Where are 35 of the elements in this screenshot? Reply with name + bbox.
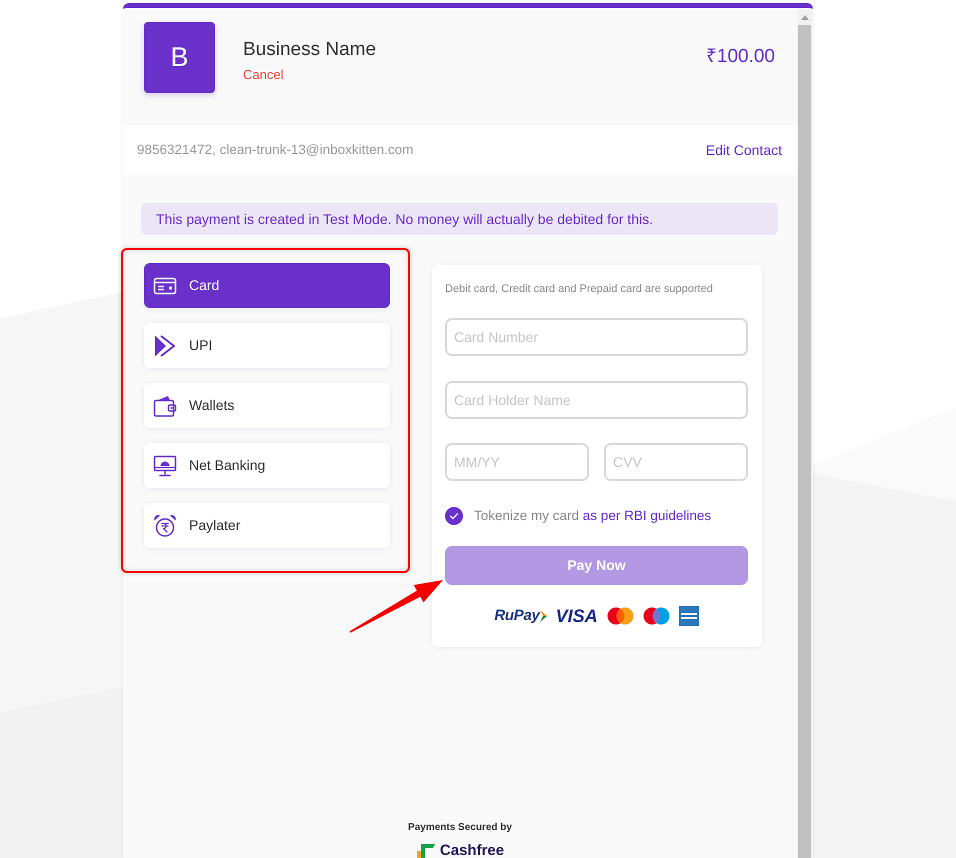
card-brand-logo: RuPay	[494, 606, 540, 624]
payment-method-tab[interactable]: Card	[144, 263, 390, 308]
amount: ₹100.00	[706, 45, 775, 69]
monitor-icon	[153, 454, 177, 478]
business-name: Business Name	[243, 38, 376, 62]
tokenize-label: Tokenize my card as per RBI guidelines	[474, 506, 712, 525]
business-logo: B	[144, 22, 215, 93]
overlapping-circles-icon	[642, 606, 670, 624]
card-brand-logo: VISA	[556, 606, 598, 624]
cancel-link[interactable]: Cancel	[243, 66, 284, 84]
overlapping-circles-icon	[606, 606, 634, 624]
cvv-field[interactable]: CVV	[604, 443, 748, 481]
card-holder-name-field[interactable]: Card Holder Name	[445, 381, 748, 419]
payment-method-tab[interactable]: UPI	[144, 323, 390, 368]
brand-mark-icon	[416, 843, 436, 858]
expiry-field[interactable]: MM/YY	[445, 443, 589, 481]
square-badge-icon	[678, 606, 699, 626]
payment-method-tab[interactable]: Net Banking	[144, 443, 390, 488]
rbi-guidelines-link[interactable]: as per RBI guidelines	[582, 508, 712, 523]
scrollbar-thumb[interactable]	[798, 25, 811, 858]
edit-contact-link[interactable]: Edit Contact	[706, 140, 782, 160]
secured-by-caption: Payments Secured by	[408, 822, 512, 834]
supported-cards-note: Debit card, Credit card and Prepaid card are supported	[445, 282, 714, 296]
alarm-clock-icon	[153, 514, 177, 538]
payment-method-tab[interactable]: Wallets	[144, 383, 390, 428]
chevron-icon	[153, 334, 177, 358]
scroll-up-icon[interactable]	[801, 14, 809, 20]
wallet-icon	[153, 394, 177, 418]
test-mode-notice: This payment is created in Test Mode. No money will actually be debited for this.	[141, 203, 778, 235]
brand-name: Cashfree	[440, 843, 504, 858]
chevron-flag-icon	[540, 610, 547, 622]
contact-details: 9856321472, clean-trunk-13@inboxkitten.com	[137, 140, 414, 159]
card-number-field[interactable]: Card Number	[445, 318, 748, 356]
checkbox[interactable]	[445, 507, 463, 525]
payment-method-tab[interactable]: Paylater	[144, 503, 390, 548]
